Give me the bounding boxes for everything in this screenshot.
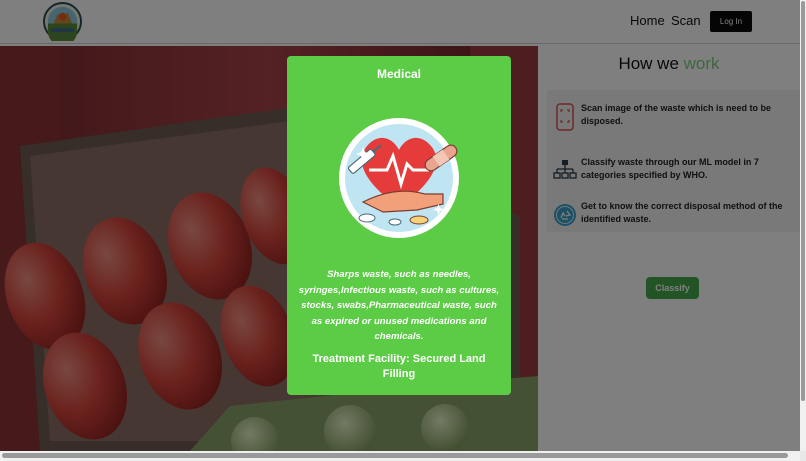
medical-heart-icon — [339, 118, 459, 238]
scrollbar-corner — [800, 451, 806, 461]
modal-title: Medical — [376, 67, 421, 81]
modal-treatment-facility: Treatment Facility: Secured Land Filling — [312, 353, 486, 380]
modal-description: Sharps waste, such as needles, syringes,… — [298, 269, 500, 342]
waste-category-modal: Medical Sharps waste, such as needles, s… — [287, 56, 511, 395]
horizontal-scrollbar[interactable] — [0, 451, 800, 461]
vertical-scrollbar-thumb[interactable] — [801, 1, 805, 401]
horizontal-scrollbar-thumb[interactable] — [2, 453, 788, 458]
vertical-scrollbar[interactable] — [800, 0, 806, 451]
